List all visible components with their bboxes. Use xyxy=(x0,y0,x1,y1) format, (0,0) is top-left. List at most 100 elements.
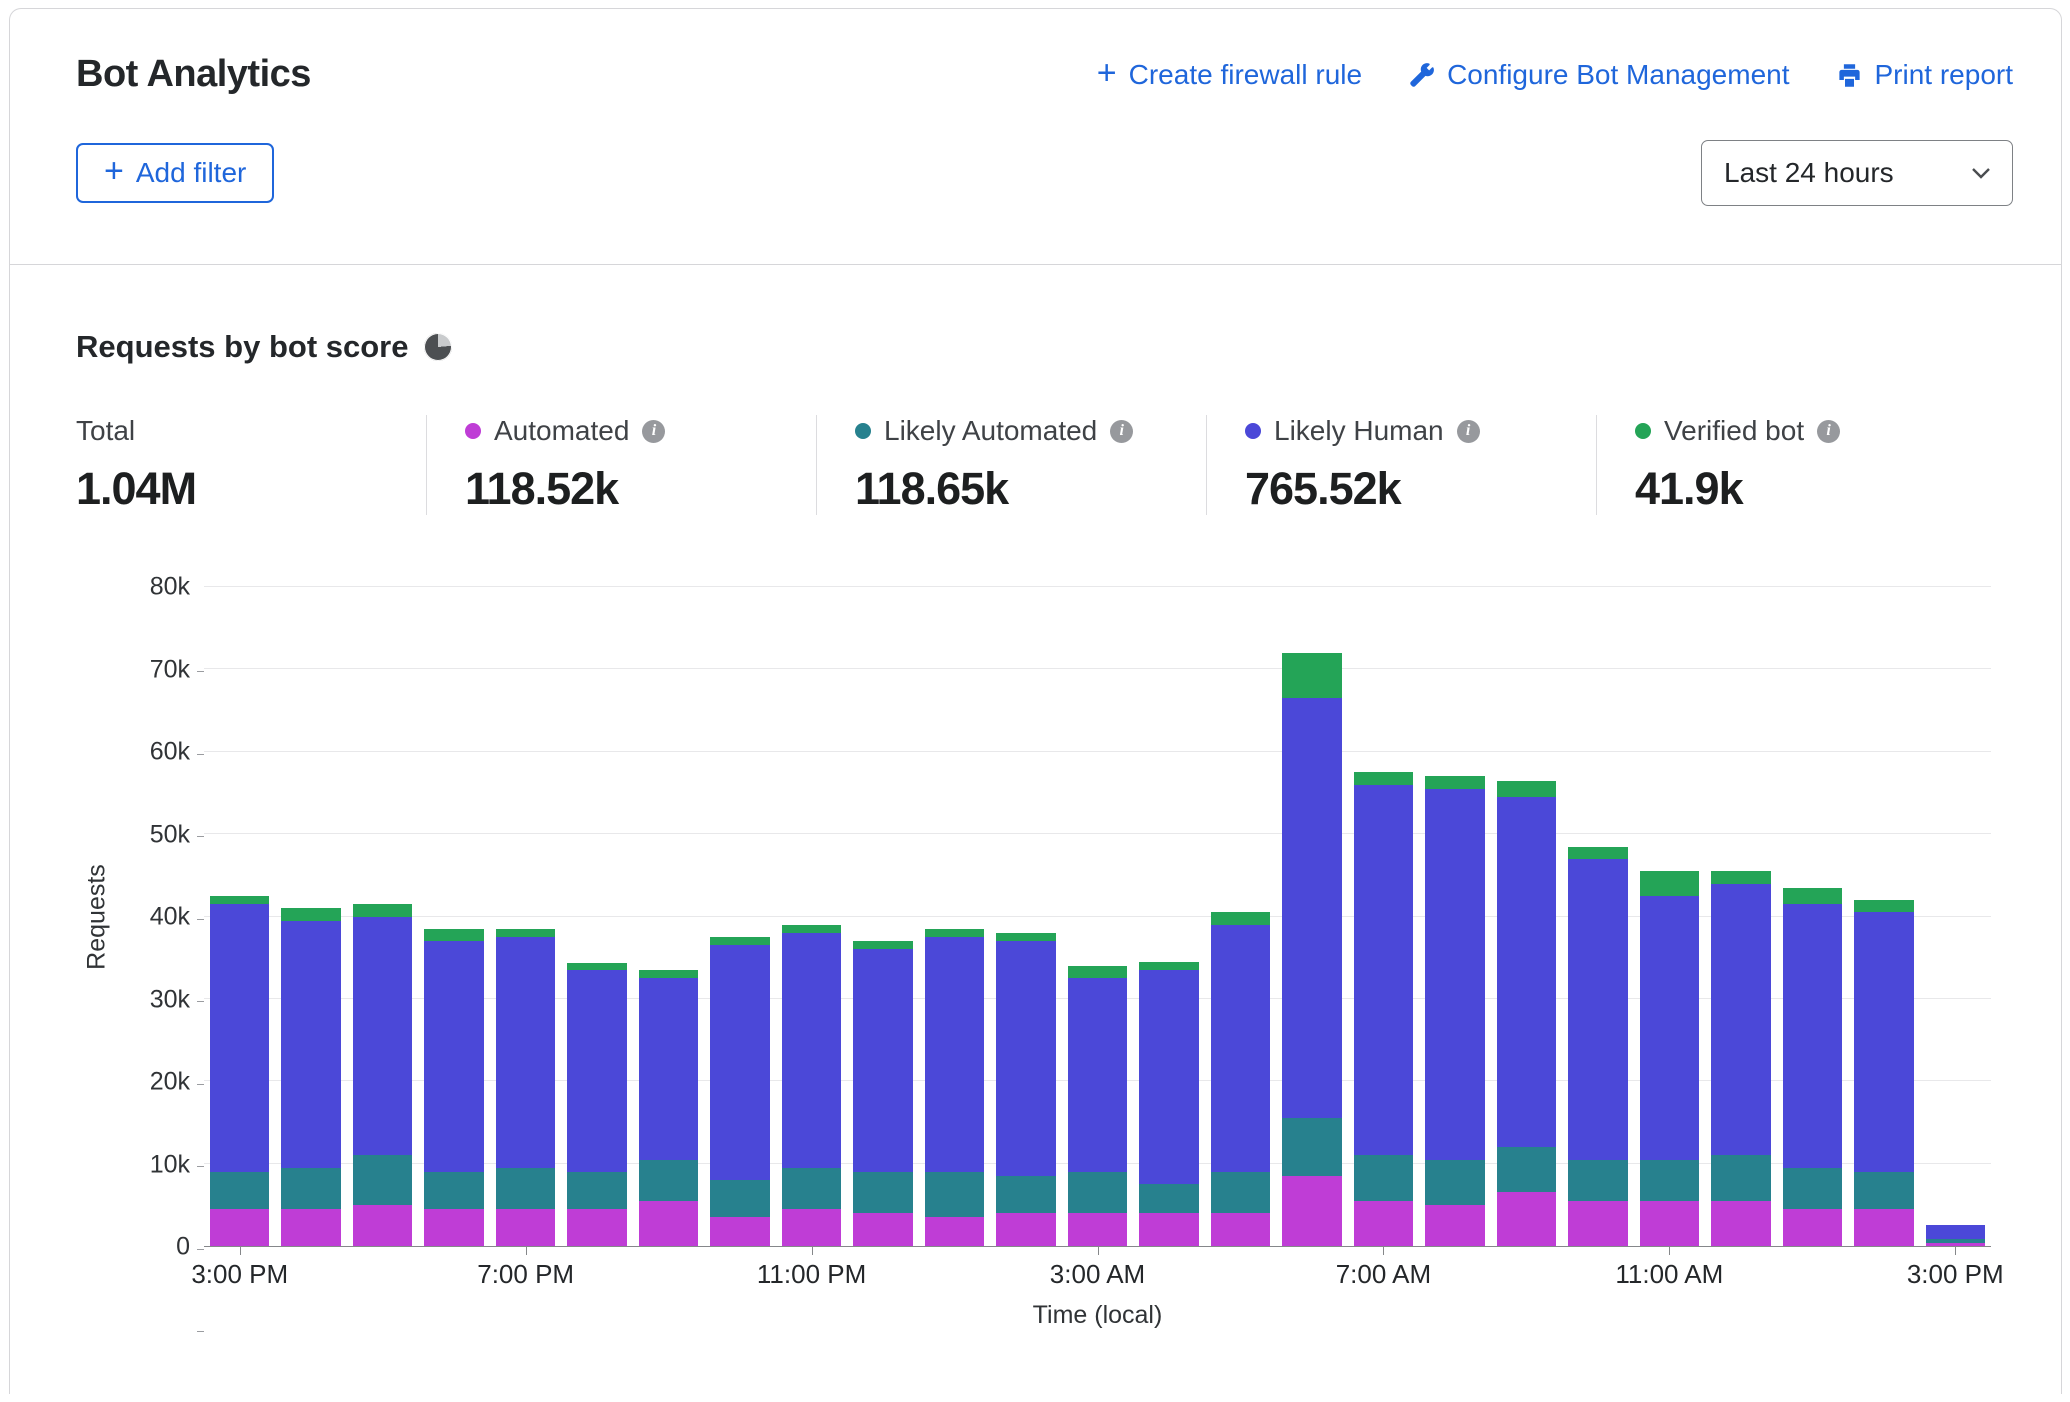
bar-segment-verified-bot[interactable] xyxy=(1497,781,1556,797)
bar-segment-automated[interactable] xyxy=(281,1209,340,1246)
bar-segment-verified-bot[interactable] xyxy=(1425,776,1484,788)
bar-segment-automated[interactable] xyxy=(1425,1205,1484,1246)
bar-segment-verified-bot[interactable] xyxy=(1354,772,1413,784)
bar-segment-verified-bot[interactable] xyxy=(710,937,769,945)
bar-slot[interactable] xyxy=(704,587,775,1246)
bar-segment-automated[interactable] xyxy=(1640,1201,1699,1246)
bar-segment-likely-automated[interactable] xyxy=(353,1155,412,1204)
bar-segment-likely-automated[interactable] xyxy=(1282,1118,1341,1176)
bar-segment-likely-human[interactable] xyxy=(1926,1225,1985,1238)
print-report-link[interactable]: Print report xyxy=(1836,59,2014,91)
bar-slot[interactable] xyxy=(847,587,918,1246)
configure-bot-management-link[interactable]: Configure Bot Management xyxy=(1408,59,1789,91)
bar-slot[interactable] xyxy=(1276,587,1347,1246)
bar-segment-verified-bot[interactable] xyxy=(782,925,841,933)
bar-segment-verified-bot[interactable] xyxy=(1282,653,1341,698)
bar-segment-verified-bot[interactable] xyxy=(281,908,340,920)
bar-segment-automated[interactable] xyxy=(1497,1192,1556,1246)
bar-segment-automated[interactable] xyxy=(353,1205,412,1246)
bar-segment-automated[interactable] xyxy=(1783,1209,1842,1246)
info-icon[interactable] xyxy=(1817,420,1840,443)
bar-segment-likely-automated[interactable] xyxy=(1497,1147,1556,1192)
bar-segment-automated[interactable] xyxy=(1854,1209,1913,1246)
bar-segment-automated[interactable] xyxy=(853,1213,912,1246)
bar-segment-verified-bot[interactable] xyxy=(1211,912,1270,924)
bar-segment-likely-human[interactable] xyxy=(782,933,841,1168)
bar-segment-likely-automated[interactable] xyxy=(281,1168,340,1209)
bar-slot[interactable] xyxy=(1062,587,1133,1246)
bar-segment-verified-bot[interactable] xyxy=(210,896,269,904)
bar-segment-likely-human[interactable] xyxy=(567,970,626,1172)
bar-slot[interactable] xyxy=(1491,587,1562,1246)
bar-slot[interactable] xyxy=(1419,587,1490,1246)
bar-segment-automated[interactable] xyxy=(1139,1213,1198,1246)
bar-slot[interactable] xyxy=(418,587,489,1246)
bar-segment-verified-bot[interactable] xyxy=(853,941,912,949)
info-icon[interactable] xyxy=(1110,420,1133,443)
bar-segment-likely-automated[interactable] xyxy=(567,1172,626,1209)
bar-segment-likely-human[interactable] xyxy=(1211,925,1270,1172)
bar-segment-likely-automated[interactable] xyxy=(996,1176,1055,1213)
bar-segment-likely-automated[interactable] xyxy=(1139,1184,1198,1213)
bar-segment-likely-automated[interactable] xyxy=(496,1168,555,1209)
bar-slot[interactable] xyxy=(275,587,346,1246)
bar-segment-automated[interactable] xyxy=(925,1217,984,1246)
bar-slot[interactable] xyxy=(1562,587,1633,1246)
bar-segment-likely-human[interactable] xyxy=(424,941,483,1172)
bar-segment-likely-human[interactable] xyxy=(1497,797,1556,1147)
bar-slot[interactable] xyxy=(1920,587,1991,1246)
create-firewall-rule-link[interactable]: Create firewall rule xyxy=(1097,59,1362,91)
bar-segment-likely-automated[interactable] xyxy=(1783,1168,1842,1209)
bar-slot[interactable] xyxy=(1348,587,1419,1246)
bar-slot[interactable] xyxy=(561,587,632,1246)
bar-segment-likely-human[interactable] xyxy=(496,937,555,1168)
bar-segment-verified-bot[interactable] xyxy=(424,929,483,941)
bar-segment-likely-automated[interactable] xyxy=(424,1172,483,1209)
bar-segment-likely-automated[interactable] xyxy=(1211,1172,1270,1213)
bar-segment-likely-human[interactable] xyxy=(1711,884,1770,1156)
bar-segment-likely-human[interactable] xyxy=(996,941,1055,1176)
bar-slot[interactable] xyxy=(919,587,990,1246)
bar-segment-likely-human[interactable] xyxy=(639,978,698,1159)
info-icon[interactable] xyxy=(1457,420,1480,443)
bar-segment-likely-automated[interactable] xyxy=(1711,1155,1770,1200)
bar-slot[interactable] xyxy=(490,587,561,1246)
bar-segment-likely-automated[interactable] xyxy=(782,1168,841,1209)
bar-segment-likely-human[interactable] xyxy=(710,945,769,1180)
bar-slot[interactable] xyxy=(204,587,275,1246)
bar-segment-automated[interactable] xyxy=(496,1209,555,1246)
info-icon[interactable] xyxy=(642,420,665,443)
bar-segment-automated[interactable] xyxy=(567,1209,626,1246)
bar-slot[interactable] xyxy=(1133,587,1204,1246)
bar-segment-likely-human[interactable] xyxy=(1568,859,1627,1160)
bar-segment-likely-human[interactable] xyxy=(1640,896,1699,1160)
bar-segment-likely-human[interactable] xyxy=(1282,698,1341,1118)
bar-segment-verified-bot[interactable] xyxy=(1783,888,1842,904)
bar-segment-automated[interactable] xyxy=(710,1217,769,1246)
bar-slot[interactable] xyxy=(776,587,847,1246)
bar-slot[interactable] xyxy=(1777,587,1848,1246)
bar-segment-automated[interactable] xyxy=(639,1201,698,1246)
bar-segment-verified-bot[interactable] xyxy=(639,970,698,978)
bar-segment-likely-human[interactable] xyxy=(1425,789,1484,1160)
bar-slot[interactable] xyxy=(347,587,418,1246)
bar-segment-verified-bot[interactable] xyxy=(1711,871,1770,883)
bar-segment-verified-bot[interactable] xyxy=(925,929,984,937)
bar-slot[interactable] xyxy=(1705,587,1776,1246)
bar-segment-verified-bot[interactable] xyxy=(496,929,555,937)
bar-segment-likely-automated[interactable] xyxy=(1425,1160,1484,1205)
bar-segment-automated[interactable] xyxy=(1926,1243,1985,1246)
bar-segment-verified-bot[interactable] xyxy=(996,933,1055,941)
add-filter-button[interactable]: Add filter xyxy=(76,143,274,203)
bar-segment-verified-bot[interactable] xyxy=(1139,962,1198,970)
bar-segment-automated[interactable] xyxy=(1068,1213,1127,1246)
bar-segment-likely-automated[interactable] xyxy=(210,1172,269,1209)
bar-segment-verified-bot[interactable] xyxy=(353,904,412,916)
bar-segment-likely-human[interactable] xyxy=(1354,785,1413,1156)
bar-segment-automated[interactable] xyxy=(424,1209,483,1246)
bar-segment-likely-automated[interactable] xyxy=(1354,1155,1413,1200)
bar-segment-likely-human[interactable] xyxy=(853,949,912,1171)
bar-segment-automated[interactable] xyxy=(1568,1201,1627,1246)
bar-segment-likely-human[interactable] xyxy=(1068,978,1127,1172)
bar-segment-automated[interactable] xyxy=(1211,1213,1270,1246)
